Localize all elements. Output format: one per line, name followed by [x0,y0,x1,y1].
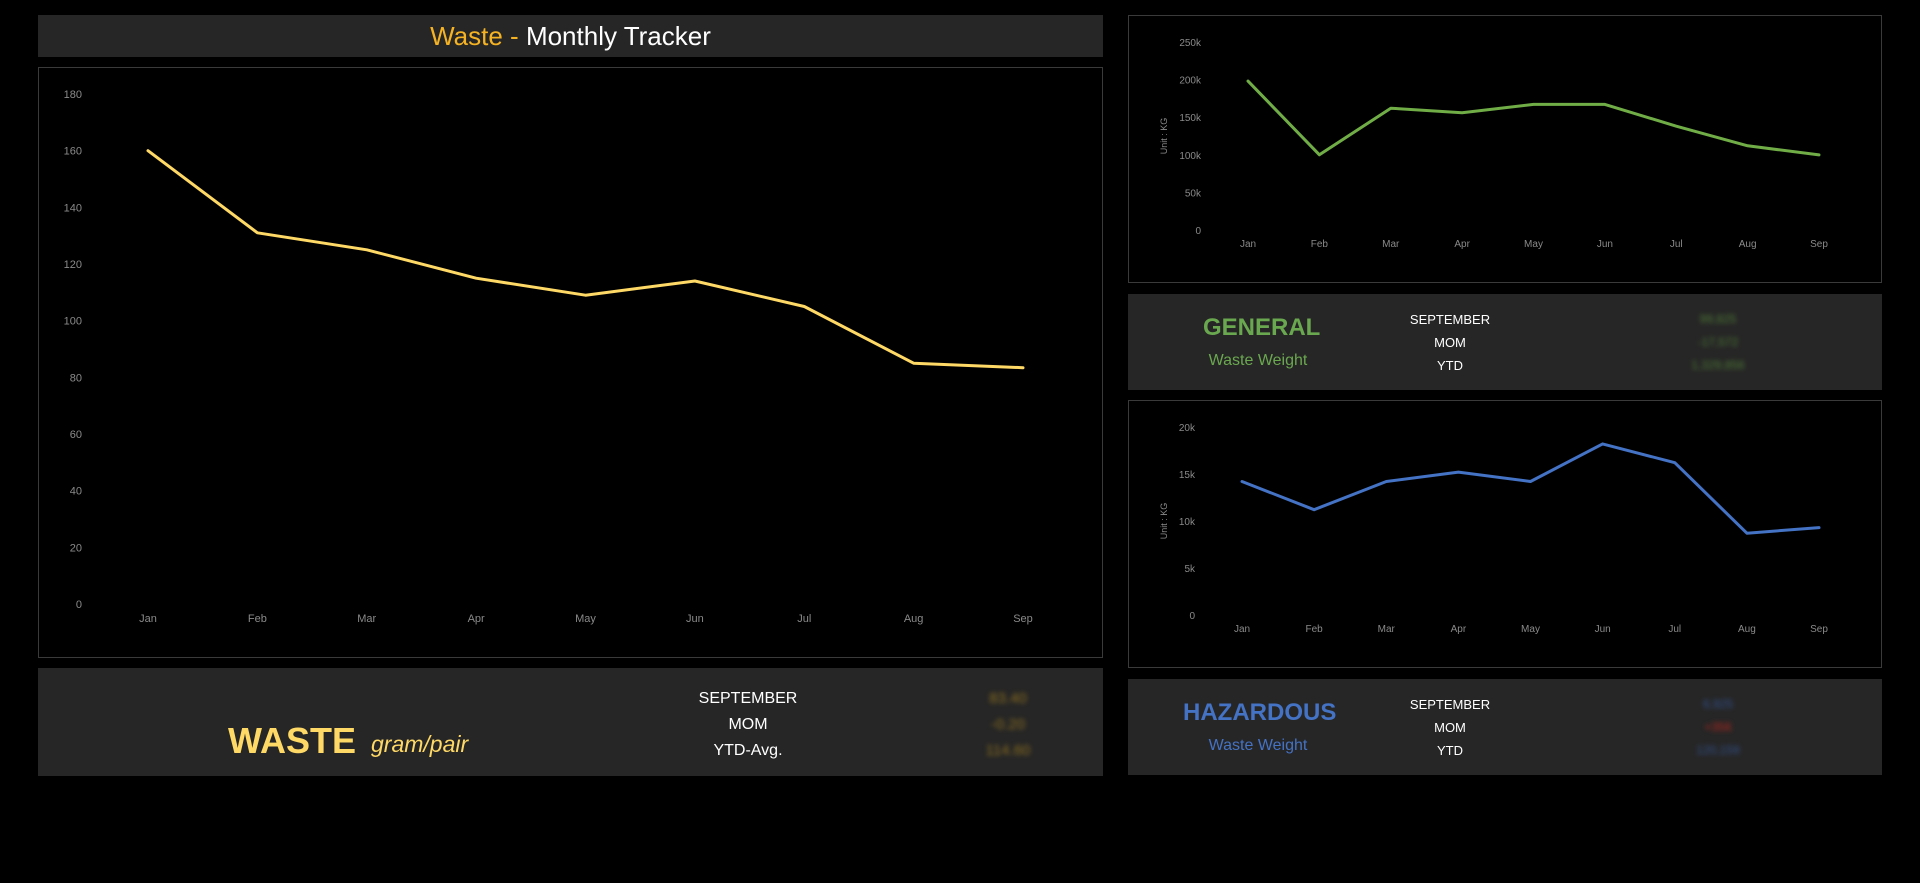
x-tick-label: Jan [139,613,157,625]
x-tick-label: Apr [1454,239,1470,250]
kpi-label-mom: MOM [728,716,768,733]
x-tick-label: Jul [1668,624,1681,635]
kpi-value-ytd: 114.60 [985,742,1031,759]
y-tick-label: 50k [1185,188,1202,199]
x-tick-label: Jun [686,613,704,625]
y-tick-label: 20k [1179,423,1196,434]
y-tick-label: 40 [70,486,82,498]
x-tick-label: Aug [1738,624,1756,635]
kpi-label-month: SEPTEMBER [1409,312,1491,327]
x-tick-label: Mar [357,613,376,625]
general-kpi-labels: SEPTEMBER MOM YTD [1390,308,1510,377]
y-tick-label: 5k [1184,564,1196,575]
waste-chart-svg: 180 160 140 120 100 80 60 40 20 0 Jan Feb Mar Apr May J… [64,89,1033,625]
y-tick-label: 200k [1179,76,1202,87]
kpi-label-ytd: YTD [1437,743,1463,758]
kpi-label-ytd: YTD-Avg. [713,742,783,759]
x-tick-label: Jan [1240,239,1256,250]
y-tick-label: 180 [64,89,82,101]
kpi-value-mom: -17,572 [1697,335,1739,349]
kpi-value-month: 99,825 [1699,312,1737,326]
y-tick-label: 150k [1179,113,1202,124]
x-tick-label: Sep [1810,624,1828,635]
y-tick-label: 250k [1179,38,1202,49]
hazardous-kpi-labels: SEPTEMBER MOM YTD [1390,693,1510,762]
kpi-label-ytd: YTD [1437,358,1463,373]
y-tick-label: 120 [64,259,82,271]
x-tick-label: Feb [248,613,267,625]
waste-kpi-values: 83.40 -0.20 114.60 [918,686,1098,764]
y-tick-label: 100k [1179,151,1202,162]
series-line [146,149,1025,370]
y-tick-label: 60 [70,429,82,441]
y-axis-unit-label: Unit : KG [1159,503,1169,540]
kpi-label-month: SEPTEMBER [698,690,798,707]
kpi-value-mom: +356 [1704,720,1732,734]
y-tick-label: 100 [64,316,82,328]
x-tick-label: Apr [1451,624,1467,635]
kpi-label-mom: MOM [1434,335,1466,350]
waste-summary-panel: WASTE gram/pair SEPTEMBER MOM YTD-Avg. 8… [38,668,1103,776]
x-tick-label: May [575,613,596,625]
waste-kpi-labels: SEPTEMBER MOM YTD-Avg. [678,686,818,764]
kpi-value-month: 83.40 [989,690,1027,707]
general-waste-line-chart: 250k 200k 150k 100k 50k 0 Jan Feb Mar Apr May Jun Ju… [1128,15,1882,283]
x-tick-label: May [1521,624,1540,635]
x-tick-label: Jun [1597,239,1613,250]
x-tick-label: Jul [797,613,811,625]
y-tick-label: 0 [1195,226,1201,237]
y-tick-label: 140 [64,202,82,214]
x-tick-label: Jan [1234,624,1250,635]
hazardous-kpi-values: 6,925 +356 120,159 [1638,693,1798,762]
x-tick-label: Mar [1378,624,1396,635]
y-tick-label: 10k [1179,517,1196,528]
general-subtitle: Waste Weight [1208,352,1308,369]
hazardous-subtitle: Waste Weight [1208,737,1308,754]
waste-line-chart: 180 160 140 120 100 80 60 40 20 0 Jan Feb Mar Apr May J… [38,67,1103,658]
hazardous-chart-svg: 20k 15k 10k 5k 0 Jan Feb Mar Apr May Jun Jul Aug Sep U… [1159,423,1828,635]
general-summary-panel: GENERAL Waste Weight SEPTEMBER MOM YTD 9… [1128,294,1882,390]
x-tick-label: Aug [1739,239,1757,250]
x-tick-label: Sep [1810,239,1828,250]
hazardous-waste-line-chart: 20k 15k 10k 5k 0 Jan Feb Mar Apr May Jun Jul Aug Sep U… [1128,400,1882,668]
series-line [1240,442,1821,535]
kpi-label-mom: MOM [1434,720,1466,735]
y-tick-label: 0 [76,599,82,611]
kpi-value-month: 6,925 [1702,697,1734,711]
x-tick-label: Feb [1306,624,1324,635]
y-tick-label: 15k [1179,470,1196,481]
general-title: GENERAL [1203,314,1321,341]
series-line [1246,79,1821,157]
y-tick-label: 80 [70,372,82,384]
y-tick-label: 0 [1189,611,1195,622]
kpi-value-mom: -0.20 [990,716,1026,733]
x-tick-label: Feb [1311,239,1329,250]
title-main: Monthly Tracker [525,20,711,51]
general-kpi-values: 99,825 -17,572 1,329,856 [1638,308,1798,377]
hazardous-title: HAZARDOUS [1183,699,1337,726]
x-tick-label: Jun [1595,624,1611,635]
waste-unit: gram/pair [371,731,469,757]
kpi-label-month: SEPTEMBER [1409,697,1491,712]
kpi-value-ytd: 1,329,856 [1691,358,1745,372]
waste-title: WASTE [228,720,357,761]
x-tick-label: Sep [1013,613,1033,625]
page-title: Waste - Monthly Tracker [38,15,1103,57]
hazardous-summary-panel: HAZARDOUS Waste Weight SEPTEMBER MOM YTD… [1128,679,1882,775]
y-tick-label: 20 [70,542,82,554]
x-tick-label: Jul [1670,239,1683,250]
y-tick-label: 160 [64,146,82,158]
x-tick-label: Aug [904,613,924,625]
x-tick-label: Apr [468,613,485,625]
kpi-value-ytd: 120,159 [1696,743,1740,757]
x-tick-label: May [1524,239,1543,250]
x-tick-label: Mar [1382,239,1400,250]
y-axis-unit-label: Unit : KG [1159,118,1169,155]
title-accent: Waste - [430,20,519,51]
general-chart-svg: 250k 200k 150k 100k 50k 0 Jan Feb Mar Apr May Jun Ju… [1159,38,1828,250]
